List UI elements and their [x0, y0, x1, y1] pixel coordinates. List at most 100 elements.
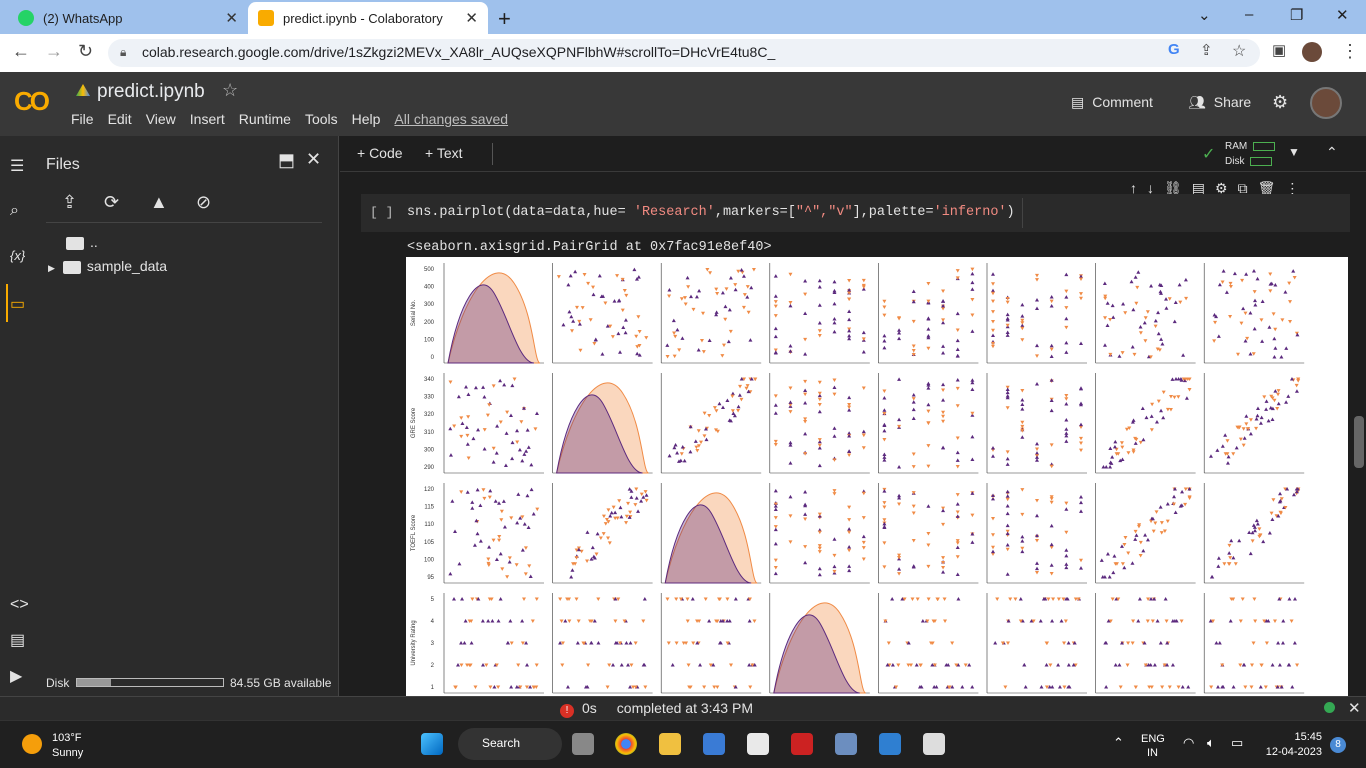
terminal-icon[interactable]: ▶ [10, 666, 22, 686]
share-button[interactable]: 👥︎ Share [1188, 94, 1251, 111]
tray-chevron-icon[interactable]: ⌃ [1113, 735, 1124, 751]
tab-search-icon[interactable]: ⌄ [1198, 6, 1211, 24]
scatter-point [882, 501, 887, 505]
menu-insert[interactable]: Insert [190, 111, 225, 127]
variables-icon[interactable]: {x} [10, 248, 25, 263]
scatter-point [914, 663, 919, 667]
windows-start-icon[interactable] [421, 733, 443, 755]
sun-icon[interactable] [22, 734, 42, 754]
scatter-point [634, 487, 639, 491]
scatter-point [1119, 544, 1124, 548]
upload-icon[interactable]: ⇪ [62, 192, 77, 213]
code-snippets-icon[interactable]: <> [10, 596, 29, 614]
scatter-point [1126, 641, 1131, 645]
taskbar-search[interactable]: Search [458, 728, 562, 760]
star-icon[interactable]: ☆ [222, 80, 238, 101]
search-icon[interactable]: ⌕ [10, 202, 19, 220]
scatter-point [1063, 619, 1068, 623]
menu-tools[interactable]: Tools [305, 111, 338, 127]
notification-badge[interactable]: 8 [1330, 737, 1346, 753]
execution-status[interactable]: ! 0s completed at 3:43 PM [560, 700, 753, 718]
reload-icon[interactable]: ↻ [78, 41, 93, 62]
avatar[interactable] [1310, 87, 1342, 119]
resource-meter[interactable]: RAM Disk [1225, 139, 1276, 169]
chevron-right-icon[interactable]: ▶ [48, 263, 55, 273]
profile-avatar[interactable] [1302, 42, 1322, 62]
scatter-point [1020, 435, 1025, 439]
close-tab-icon[interactable]: ✕ [225, 9, 238, 27]
back-icon[interactable]: ← [12, 41, 30, 62]
side-panel-icon[interactable]: ▣ [1272, 41, 1286, 59]
saved-status[interactable]: All changes saved [394, 111, 508, 127]
disk-usage-fill [77, 679, 111, 686]
scatter-point [847, 449, 852, 453]
forward-icon[interactable]: → [45, 41, 63, 62]
comment-button[interactable]: ▤ Comment [1071, 94, 1153, 111]
minimize-icon[interactable]: – [1245, 6, 1253, 23]
clock[interactable]: 15:45 12-04-2023 [1262, 730, 1322, 760]
network-app-icon[interactable] [703, 733, 725, 755]
scrollbar-thumb[interactable] [1354, 416, 1364, 468]
bookmark-star-icon[interactable]: ☆ [1232, 41, 1246, 61]
snipping-tool-icon[interactable] [923, 733, 945, 755]
scatter-point [1103, 316, 1108, 320]
url-text[interactable]: colab.research.google.com/drive/1sZkgzi2… [142, 44, 775, 60]
menu-view[interactable]: View [146, 111, 176, 127]
run-cell-indicator[interactable]: [ ] [370, 205, 393, 220]
folder-icon[interactable]: ▭ [10, 294, 25, 314]
notebook-title[interactable]: predict.ipynb [97, 81, 205, 103]
toc-icon[interactable]: ☰ [10, 156, 24, 176]
scatter-point [636, 315, 641, 319]
mount-drive-icon[interactable]: ▲ [150, 192, 168, 213]
menu-runtime[interactable]: Runtime [239, 111, 291, 127]
restore-icon[interactable]: ❐ [1290, 6, 1303, 24]
tab-whatsapp[interactable]: (2) WhatsApp ✕ [8, 2, 248, 34]
close-status-icon[interactable]: ✕ [1348, 699, 1361, 717]
scatter-point [1113, 439, 1118, 444]
close-tab-icon[interactable]: ✕ [465, 9, 478, 27]
hide-files-icon[interactable]: ⊘ [196, 192, 211, 213]
menu-file[interactable]: File [71, 111, 94, 127]
new-tab-icon[interactable]: + [498, 6, 511, 32]
chrome-menu-icon[interactable]: ⋮ [1341, 41, 1359, 62]
menu-edit[interactable]: Edit [108, 111, 132, 127]
tab-colab[interactable]: predict.ipynb - Colaboratory ✕ [248, 2, 488, 34]
refresh-folder-icon[interactable]: ⟳ [104, 192, 119, 213]
volume-icon[interactable]: 🔈︎ [1207, 735, 1215, 751]
scatter-point [498, 378, 503, 383]
task-view-icon[interactable] [572, 733, 594, 755]
code-editor[interactable]: sns.pairplot(data=data,hue= 'Research',m… [407, 205, 1015, 220]
scatter-point [993, 641, 998, 645]
scatter-point [460, 597, 465, 601]
file-explorer-icon[interactable] [659, 733, 681, 755]
xampp-icon[interactable] [791, 733, 813, 755]
scatter-point [991, 454, 995, 458]
menu-help[interactable]: Help [352, 111, 381, 127]
wifi-icon[interactable]: ◠ [1183, 735, 1194, 751]
close-window-icon[interactable]: ✕ [1336, 6, 1349, 24]
photos-icon[interactable] [879, 733, 901, 755]
collapse-header-icon[interactable]: ⌃ [1326, 144, 1338, 161]
colab-logo[interactable]: CO [14, 86, 50, 117]
pairplot-svg: Serial No. 0 100 200 300 400 500 GRE Score 290 30… [411, 263, 1305, 694]
share-page-icon[interactable]: ⇪ [1200, 41, 1213, 59]
add-text-button[interactable]: + Text [425, 145, 463, 161]
tick-label: 320 [424, 412, 435, 418]
command-palette-icon[interactable]: ▤ [10, 630, 25, 650]
scatter-point [1209, 685, 1214, 689]
settings-app-icon[interactable] [835, 733, 857, 755]
add-code-button[interactable]: + Code [357, 145, 403, 161]
weather-widget[interactable]: 103°F Sunny [52, 731, 83, 761]
google-icon[interactable]: G [1168, 41, 1180, 58]
open-tab-icon[interactable]: ⬒ [278, 150, 295, 171]
language-indicator[interactable]: ENG IN [1141, 732, 1165, 760]
scatter-point [1005, 523, 1010, 528]
battery-icon[interactable]: ▭ [1231, 735, 1243, 751]
tree-item-sample-data[interactable]: ▶ sample_data [48, 258, 167, 274]
tree-item-parent[interactable]: .. [66, 234, 98, 250]
store-icon[interactable] [747, 733, 769, 755]
settings-gear-icon[interactable]: ⚙ [1272, 92, 1288, 113]
runtime-dropdown-icon[interactable]: ▼ [1288, 145, 1300, 159]
chrome-icon[interactable] [615, 733, 637, 755]
close-panel-icon[interactable]: ✕ [306, 149, 321, 170]
